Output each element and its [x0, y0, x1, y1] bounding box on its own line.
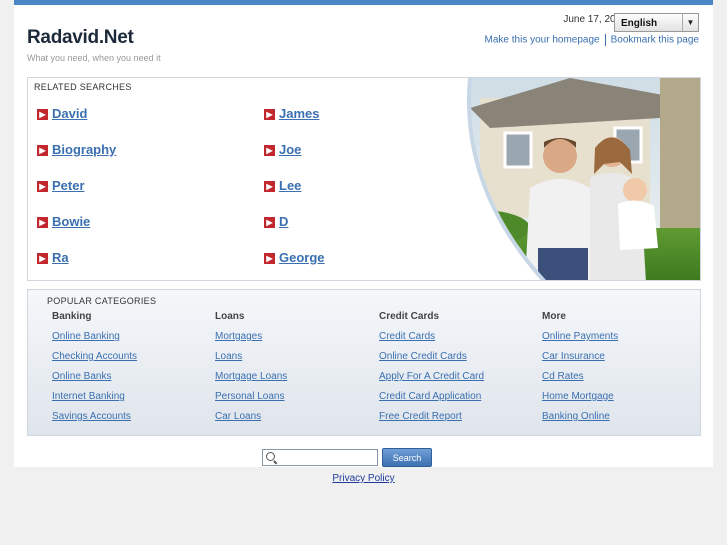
related-search-link[interactable]: James — [279, 106, 319, 121]
site-title: Radavid.Net — [27, 27, 134, 48]
related-search-item[interactable]: ▶ David — [37, 106, 87, 121]
category-link[interactable]: Savings Accounts — [52, 411, 131, 422]
family-photo — [450, 78, 700, 280]
arrow-bullet-icon: ▶ — [264, 217, 275, 228]
category-heading: Loans — [215, 311, 245, 322]
chevron-down-icon[interactable]: ▼ — [682, 14, 698, 31]
arrow-bullet-icon: ▶ — [264, 181, 275, 192]
related-searches-title: RELATED SEARCHES — [34, 82, 132, 92]
popular-categories-panel: POPULAR CATEGORIES Banking Online Bankin… — [27, 289, 701, 436]
arrow-bullet-icon: ▶ — [264, 109, 275, 120]
category-link[interactable]: Checking Accounts — [52, 351, 137, 362]
category-link[interactable]: Online Payments — [542, 331, 618, 342]
related-search-item[interactable]: ▶ D — [264, 214, 288, 229]
related-search-item[interactable]: ▶ George — [264, 250, 325, 265]
category-heading: Banking — [52, 311, 92, 322]
privacy-policy-link[interactable]: Privacy Policy — [332, 473, 394, 484]
related-search-link[interactable]: Ra — [52, 250, 69, 265]
arrow-bullet-icon: ▶ — [264, 145, 275, 156]
bookmark-link[interactable]: Bookmark this page — [611, 35, 699, 46]
category-link[interactable]: Online Banking — [52, 331, 120, 342]
language-select[interactable]: English ▼ — [614, 13, 699, 32]
related-search-item[interactable]: ▶ Bowie — [37, 214, 90, 229]
related-search-link[interactable]: Peter — [52, 178, 85, 193]
search-input[interactable] — [279, 454, 377, 467]
arrow-bullet-icon: ▶ — [37, 109, 48, 120]
category-link[interactable]: Online Banks — [52, 371, 111, 382]
language-value: English — [621, 18, 658, 29]
make-homepage-link[interactable]: Make this your homepage — [485, 35, 600, 46]
search-button[interactable]: Search — [382, 448, 432, 467]
category-link[interactable]: Internet Banking — [52, 391, 125, 402]
related-search-link[interactable]: Lee — [279, 178, 301, 193]
header-links: Make this your homepage Bookmark this pag… — [485, 34, 699, 46]
related-search-link[interactable]: David — [52, 106, 87, 121]
category-link[interactable]: Loans — [215, 351, 242, 362]
category-column-banking: Banking Online Banking Checking Accounts… — [52, 311, 212, 431]
related-search-link[interactable]: D — [279, 214, 288, 229]
category-link[interactable]: Credit Cards — [379, 331, 435, 342]
category-link[interactable]: Cd Rates — [542, 371, 584, 382]
category-link[interactable]: Home Mortgage — [542, 391, 614, 402]
related-search-item[interactable]: ▶ Biography — [37, 142, 116, 157]
category-column-loans: Loans Mortgages Loans Mortgage Loans Per… — [215, 311, 375, 431]
related-search-link[interactable]: Biography — [52, 142, 116, 157]
arrow-bullet-icon: ▶ — [37, 145, 48, 156]
search-field[interactable] — [262, 449, 378, 467]
arrow-bullet-icon: ▶ — [37, 217, 48, 228]
related-search-item[interactable]: ▶ Lee — [264, 178, 301, 193]
page-container: June 17, 2011 English ▼ Radavid.Net What… — [14, 5, 713, 467]
search-icon — [266, 452, 275, 461]
category-link[interactable]: Mortgages — [215, 331, 262, 342]
popular-categories-title: POPULAR CATEGORIES — [47, 296, 157, 306]
related-search-link[interactable]: Joe — [279, 142, 301, 157]
footer: Privacy Policy — [0, 473, 727, 484]
category-link[interactable]: Banking Online — [542, 411, 610, 422]
category-link[interactable]: Personal Loans — [215, 391, 285, 402]
category-column-credit-cards: Credit Cards Credit Cards Online Credit … — [379, 311, 539, 431]
site-tagline: What you need, when you need it — [27, 53, 161, 63]
category-heading: More — [542, 311, 566, 322]
category-link[interactable]: Free Credit Report — [379, 411, 462, 422]
arrow-bullet-icon: ▶ — [37, 253, 48, 264]
arrow-bullet-icon: ▶ — [264, 253, 275, 264]
arrow-bullet-icon: ▶ — [37, 181, 48, 192]
related-search-item[interactable]: ▶ Joe — [264, 142, 301, 157]
category-link[interactable]: Mortgage Loans — [215, 371, 287, 382]
related-search-link[interactable]: Bowie — [52, 214, 90, 229]
related-search-item[interactable]: ▶ Peter — [37, 178, 85, 193]
category-heading: Credit Cards — [379, 311, 440, 322]
category-column-more: More Online Payments Car Insurance Cd Ra… — [542, 311, 702, 431]
related-search-link[interactable]: George — [279, 250, 325, 265]
category-link[interactable]: Credit Card Application — [379, 391, 481, 402]
related-search-item[interactable]: ▶ James — [264, 106, 319, 121]
category-link[interactable]: Car Loans — [215, 411, 261, 422]
category-link[interactable]: Car Insurance — [542, 351, 605, 362]
related-search-item[interactable]: ▶ Ra — [37, 250, 69, 265]
link-divider — [604, 34, 606, 46]
category-link[interactable]: Apply For A Credit Card — [379, 371, 484, 382]
related-searches-panel: RELATED SEARCHES ▶ David ▶ James ▶ Biograph… — [27, 77, 701, 281]
category-link[interactable]: Online Credit Cards — [379, 351, 467, 362]
